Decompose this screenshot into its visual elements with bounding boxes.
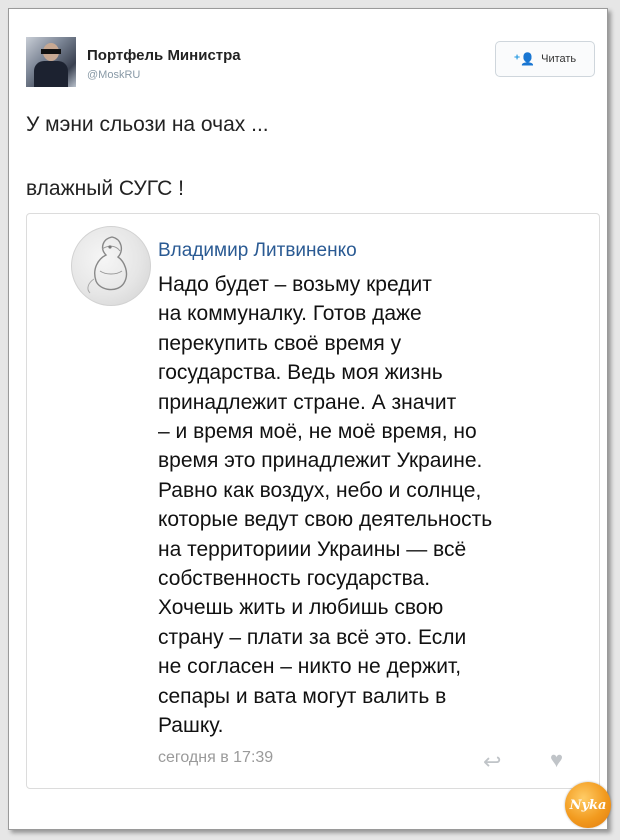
text-line: Рашку. [158, 714, 224, 738]
text-line: государства. Ведь моя жизнь [158, 361, 443, 385]
tweet-text-line: влажный СУГС ! [26, 177, 184, 200]
tweet-card: Портфель Министра @MoskRU ⁺👤 Читать У мэ… [8, 8, 611, 830]
text-line: принадлежит стране. А значит [158, 390, 457, 414]
author-name[interactable]: Портфель Министра [87, 47, 241, 64]
heart-icon[interactable]: ♥ [550, 747, 563, 773]
text-line: не согласен – никто не держит, [158, 655, 462, 679]
author-avatar[interactable] [26, 37, 76, 87]
text-line: Равно как воздух, небо и солнце, [158, 478, 482, 502]
text-line: Хочешь жить и любишь свою [158, 596, 444, 620]
quoted-author-name[interactable]: Владимир Литвиненко [158, 240, 357, 262]
text-line: сепары и вата могут валить в [158, 684, 447, 708]
author-handle[interactable]: @MoskRU [87, 69, 140, 81]
quoted-post-text: Надо будет – возьму кредит на коммуналку… [158, 270, 578, 741]
post-timestamp[interactable]: сегодня в 17:39 [158, 749, 273, 767]
text-line: собственность государства. [158, 567, 431, 591]
quoted-author-avatar[interactable] [71, 226, 151, 306]
text-line: Надо будет – возьму кредит [158, 273, 432, 296]
text-line: на территориии Украины — всё [158, 537, 467, 561]
tweet-text-line: У мэни сльози на очах ... [26, 113, 269, 136]
add-user-icon: ⁺👤 [513, 52, 536, 66]
reply-icon[interactable]: ↩ [483, 749, 501, 775]
follow-label: Читать [541, 53, 577, 65]
text-line: страну – плати за всё это. Если [158, 625, 467, 649]
watermark-logo: Nyka [565, 782, 611, 828]
text-line: перекупить своё время у [158, 331, 402, 355]
follow-button[interactable]: ⁺👤 Читать [495, 41, 595, 77]
text-line: на коммуналку. Готов даже [158, 302, 422, 326]
text-line: которые ведут свою деятельность [158, 508, 493, 532]
text-line: – и время моё, не моё время, но [158, 420, 477, 444]
text-line: время это принадлежит Украине. [158, 449, 483, 473]
quoted-post[interactable]: Владимир Литвиненко Надо будет – возьму … [26, 213, 600, 789]
